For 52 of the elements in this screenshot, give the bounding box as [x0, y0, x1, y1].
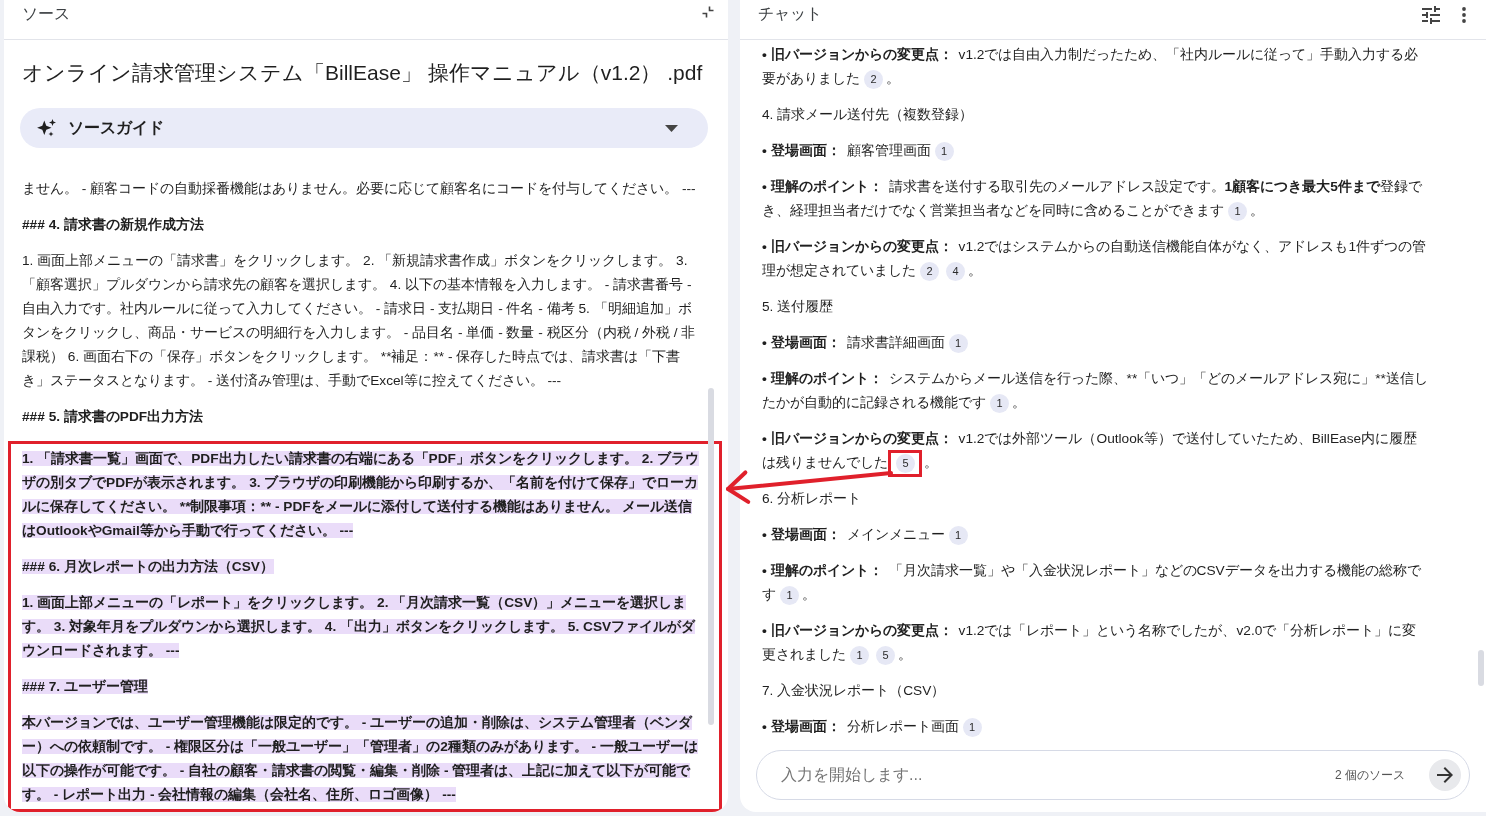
document-text: 1. 画面上部メニューの「請求書」をクリックします。 2. 「新規請求書作成」ボタンをクリックします。 3. 「顧客選択」プルダウンから請求先の顧客を選択します。 4. 以下の基本情報を入力します。 - 請求書番号 - 自由入力です。社内ルールに従って入力してください。 - 請求日 - 支払期日 - 件名 - 備考 5. 「明細追加」ボタンをクリックし、商品・サービスの明細行を入力します。 - 品目名 - 単価 - 数量 - 税区分（内税 / 外税 / 非課税） 6. 画面右下の「保存」ボタンをクリックします。 **補足：** - 保存した時点では、請求書は「下書き」ステータスとなります。 - 送付済み管理は、手動でExcel等に控えてください。 ---	[22, 252, 697, 390]
citation-chip[interactable]: 1	[962, 717, 982, 737]
section-heading: ### 4. 請求書の新規作成方法	[22, 217, 204, 232]
section-heading: ### 7. ユーザー管理	[22, 679, 148, 694]
chat-input[interactable]: 入力を開始します...	[781, 760, 1335, 790]
panel-title: チャット	[758, 4, 822, 24]
section-heading: ### 6. 月次レポートの出力方法（CSV）	[22, 559, 274, 574]
chat-heading: 5. 送付履歴	[762, 298, 835, 316]
document-text: 1. 「請求書一覧」画面で、PDF出力したい請求書の右端にある「PDF」ボタンをクリックします。 2. ブラウザの別タブでPDFが表示されます。 3. ブラウザの印刷機能から印刷するか、「名前を付けて保存」でローカルに保存してください。 **制限事項：** - PDFをメールに添付して送付する機能はありません。 メール送信はOutlookやGmail等から手動で行ってください。 ---	[22, 450, 700, 540]
chat-paragraph: • 理解のポイント： 「月次請求一覧」や「入金状況レポート」などのCSVデータを出力する機能の総称です 1 。	[762, 559, 1430, 607]
citation-chip[interactable]: 5	[876, 645, 895, 665]
chat-paragraph: • 理解のポイント： 請求書を送付する取引先のメールアドレス設定です。1顧客につき最大5件まで登録でき、経理担当者だけでなく営業担当者などを同時に含めることができます 1 。	[762, 175, 1430, 223]
citation-chip[interactable]: 1	[948, 333, 968, 353]
citation-chip[interactable]: 4	[946, 261, 965, 281]
citation-chip[interactable]: 1	[990, 393, 1009, 413]
section-heading: ### 5. 請求書のPDF出力方法	[22, 409, 204, 424]
document-text: 本バージョンでは、ユーザー管理機能は限定的です。 - ユーザーの追加・削除は、システム管理者（ベンダー）への依頼制です。 - 権限区分は「一般ユーザー」「管理者」の2種類のみがあります。 - 一般ユーザーは以下の操作が可能です。 - 自社の顧客・請求書の閲覧・編集・削除 - 管理者は、上記に加えて以下が可能です。 - レポート出力 - 会社情報の編集（会社名、住所、ロゴ画像） ---	[22, 714, 699, 804]
scrollbar[interactable]	[1478, 650, 1484, 686]
chat-heading: 7. 入金状況レポート（CSV）	[762, 682, 947, 700]
citation-chip[interactable]: 1	[934, 141, 954, 161]
chat-paragraph: • 登場画面： 分析レポート画面 1	[762, 715, 1430, 739]
citation-chip[interactable]: 2	[920, 261, 939, 281]
chat-paragraph: • 理解のポイント： システムからメール送信を行った際、**「いつ」「どのメールアドレス宛に」**送信したかが自動的に記録される機能です 1 。	[762, 367, 1430, 415]
document-text: ません。 - 顧客コードの自動採番機能はありません。必要に応じて顧客名にコードを付与してください。 ---	[22, 180, 697, 198]
chat-heading: 4. 請求メール送付先（複数登録）	[762, 106, 975, 124]
chat-paragraph: • 登場画面： 請求書詳細画面 1	[762, 331, 1430, 355]
citation-chip[interactable]: 1	[1228, 201, 1247, 221]
panel-title: ソース	[22, 4, 70, 24]
sparkle-icon	[37, 118, 57, 138]
arrow-right-icon	[1437, 767, 1453, 783]
citation-chip[interactable]: 1	[850, 645, 869, 665]
chat-paragraph: • 旧バージョンからの変更点： v1.2では自由入力制だったため、「社内ルールに従って」手動入力する必要がありました 2 。	[762, 43, 1430, 91]
send-button[interactable]	[1429, 759, 1461, 791]
citation-chip[interactable]: 1	[780, 585, 799, 605]
citation-chip[interactable]: 1	[948, 525, 968, 545]
source-count: 2 個のソース	[1335, 766, 1405, 784]
document-title: オンライン請求管理システム「BillEase」 操作マニュアル（v1.2） .pdf	[22, 60, 703, 86]
chat-paragraph: • 旧バージョンからの変更点： v1.2では「レポート」という名称でしたが、v2.0で「分析レポート」に変更されました 1 5 。	[762, 619, 1430, 667]
citation-chip[interactable]: 5	[896, 453, 915, 473]
chat-paragraph: • 登場画面： 顧客管理画面 1	[762, 139, 1430, 163]
chat-heading: 6. 分析レポート	[762, 490, 863, 508]
chat-paragraph: • 登場画面： メインメニュー 1	[762, 523, 1430, 547]
document-text: 1. 画面上部メニューの「レポート」をクリックします。 2. 「月次請求一覧（CSV）」メニューを選択します。 3. 対象年月をプルダウンから選択します。 4. 「出力」ボタンをクリックします。 5. CSVファイルがダウンロードされます。 ---	[22, 594, 697, 660]
citation-chip[interactable]: 2	[864, 69, 883, 89]
chat-composer[interactable]: 入力を開始します... 2 個のソース	[756, 750, 1470, 800]
more-icon[interactable]	[1462, 7, 1466, 23]
source-guide-button[interactable]: ソースガイド	[20, 108, 708, 148]
chat-paragraph: • 旧バージョンからの変更点： v1.2では外部ツール（Outlook等）で送付していたため、BillEase内に履歴は残りませんでした 5 。	[762, 427, 1430, 475]
sliders-icon[interactable]	[1422, 6, 1440, 24]
collapse-icon[interactable]	[702, 6, 714, 18]
scrollbar[interactable]	[708, 388, 714, 725]
chat-paragraph: • 旧バージョンからの変更点： v1.2ではシステムからの自動送信機能自体がなく、アドレスも1件ずつの管理が想定されていました 2 4 。	[762, 235, 1430, 283]
